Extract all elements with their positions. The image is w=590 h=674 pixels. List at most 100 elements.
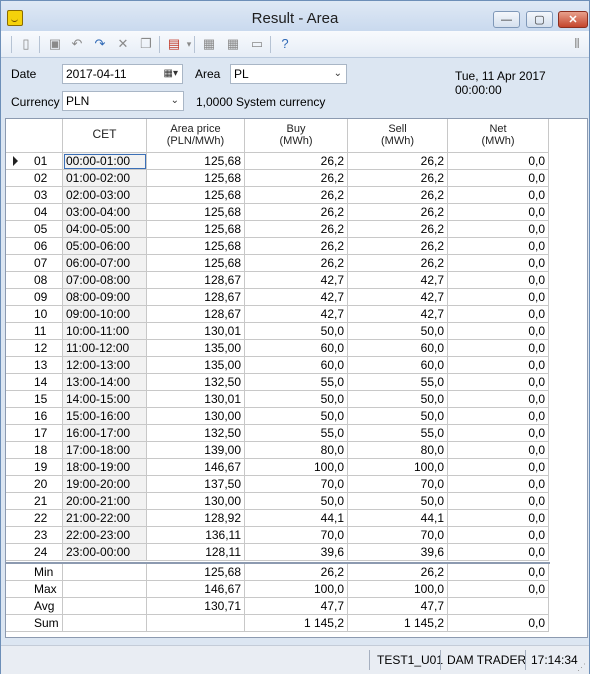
cell-cet[interactable] [63,615,147,632]
cell-area-price[interactable]: 128,67 [147,289,245,306]
cell-net[interactable]: 0,0 [448,221,549,238]
cell-buy[interactable]: 42,7 [245,306,348,323]
cell-net[interactable]: 0,0 [448,527,549,544]
cell-cet[interactable]: 03:00-04:00 [63,204,147,221]
delete-icon[interactable]: ✕ [115,36,131,52]
cell-area-price[interactable]: 125,68 [147,187,245,204]
cell-area-price[interactable]: 130,01 [147,323,245,340]
cell-net[interactable]: 0,0 [448,442,549,459]
cell-net[interactable]: 0,0 [448,255,549,272]
pdf-export-icon[interactable]: ▤ [166,36,182,52]
cell-area-price[interactable]: 125,68 [147,255,245,272]
cell-sell[interactable]: 26,2 [348,170,448,187]
cell-sell[interactable]: 26,2 [348,564,448,581]
cell-area-price[interactable]: 136,11 [147,527,245,544]
cell-net[interactable]: 0,0 [448,476,549,493]
cell-net[interactable]: 0,0 [448,204,549,221]
column-header-area-price[interactable]: Area price (PLN/MWh) [147,119,245,153]
redo-icon[interactable]: ↷ [92,36,108,52]
copy-icon[interactable]: ❐ [138,36,154,52]
cell-buy[interactable]: 55,0 [245,425,348,442]
cell-sell[interactable]: 42,7 [348,289,448,306]
cell-buy[interactable]: 80,0 [245,442,348,459]
cell-cet[interactable]: 21:00-22:00 [63,510,147,527]
cell-net[interactable]: 0,0 [448,510,549,527]
cell-sell[interactable]: 42,7 [348,306,448,323]
close-button[interactable]: ✕ [558,11,588,28]
cell-buy[interactable]: 26,2 [245,153,348,170]
cell-area-price[interactable]: 135,00 [147,340,245,357]
cell-net[interactable]: 0,0 [448,323,549,340]
cell-buy[interactable]: 47,7 [245,598,348,615]
cell-buy[interactable]: 70,0 [245,476,348,493]
cell-area-price[interactable]: 135,00 [147,357,245,374]
cell-buy[interactable]: 26,2 [245,255,348,272]
cell-cet[interactable]: 19:00-20:00 [63,476,147,493]
cell-net[interactable]: 0,0 [448,408,549,425]
cell-cet[interactable]: 15:00-16:00 [63,408,147,425]
cell-net[interactable] [448,598,549,615]
cell-sell[interactable]: 100,0 [348,459,448,476]
cell-net[interactable]: 0,0 [448,544,549,561]
cell-area-price[interactable]: 125,68 [147,153,245,170]
calendar-dropdown-icon[interactable]: ▦▾ [164,65,178,83]
cell-sell[interactable]: 44,1 [348,510,448,527]
cell-net[interactable]: 0,0 [448,357,549,374]
cell-sell[interactable]: 80,0 [348,442,448,459]
cell-net[interactable]: 0,0 [448,272,549,289]
cell-buy[interactable]: 26,2 [245,187,348,204]
currency-select[interactable]: PLN ⌄ [62,91,184,111]
cell-buy[interactable]: 1 145,2 [245,615,348,632]
print-icon[interactable]: ▭ [249,36,265,52]
cell-buy[interactable]: 100,0 [245,581,348,598]
cell-area-price[interactable]: 125,68 [147,564,245,581]
cell-cet[interactable]: 06:00-07:00 [63,255,147,272]
cell-buy[interactable]: 50,0 [245,493,348,510]
cell-sell[interactable]: 50,0 [348,493,448,510]
cell-buy[interactable]: 26,2 [245,204,348,221]
cell-net[interactable]: 0,0 [448,374,549,391]
cell-cet[interactable]: 14:00-15:00 [63,391,147,408]
cell-buy[interactable]: 100,0 [245,459,348,476]
cell-area-price[interactable]: 128,67 [147,306,245,323]
cell-cet[interactable]: 00:00-01:00 [63,153,147,170]
cell-area-price[interactable]: 146,67 [147,459,245,476]
cell-buy[interactable]: 60,0 [245,340,348,357]
cell-sell[interactable]: 26,2 [348,153,448,170]
cell-buy[interactable]: 42,7 [245,289,348,306]
cell-area-price[interactable]: 128,92 [147,510,245,527]
cell-sell[interactable]: 60,0 [348,340,448,357]
cell-net[interactable]: 0,0 [448,306,549,323]
cell-sell[interactable]: 70,0 [348,527,448,544]
cell-area-price[interactable]: 132,50 [147,425,245,442]
cell-sell[interactable]: 50,0 [348,408,448,425]
cell-net[interactable]: 0,0 [448,581,549,598]
cell-net[interactable]: 0,0 [448,340,549,357]
save-icon[interactable]: ▣ [47,36,63,52]
date-picker[interactable]: 2017-04-11 ▦▾ [62,64,183,84]
cell-area-price[interactable]: 130,71 [147,598,245,615]
cell-buy[interactable]: 60,0 [245,357,348,374]
cell-cet[interactable]: 17:00-18:00 [63,442,147,459]
cell-cet[interactable]: 23:00-00:00 [63,544,147,561]
cell-buy[interactable]: 26,2 [245,564,348,581]
cell-buy[interactable]: 50,0 [245,391,348,408]
cell-cet[interactable]: 22:00-23:00 [63,527,147,544]
cell-buy[interactable]: 55,0 [245,374,348,391]
cell-net[interactable]: 0,0 [448,425,549,442]
cell-sell[interactable]: 60,0 [348,357,448,374]
cell-buy[interactable]: 50,0 [245,408,348,425]
cell-sell[interactable]: 39,6 [348,544,448,561]
cell-cet[interactable]: 11:00-12:00 [63,340,147,357]
help-icon[interactable]: ? [277,36,293,52]
cell-cet[interactable] [63,598,147,615]
cell-buy[interactable]: 44,1 [245,510,348,527]
cell-sell[interactable]: 50,0 [348,391,448,408]
cell-buy[interactable]: 42,7 [245,272,348,289]
cell-area-price[interactable]: 128,11 [147,544,245,561]
cell-sell[interactable]: 100,0 [348,581,448,598]
cell-area-price[interactable]: 125,68 [147,170,245,187]
cell-net[interactable]: 0,0 [448,615,549,632]
cell-net[interactable]: 0,0 [448,391,549,408]
cell-area-price[interactable]: 125,68 [147,204,245,221]
